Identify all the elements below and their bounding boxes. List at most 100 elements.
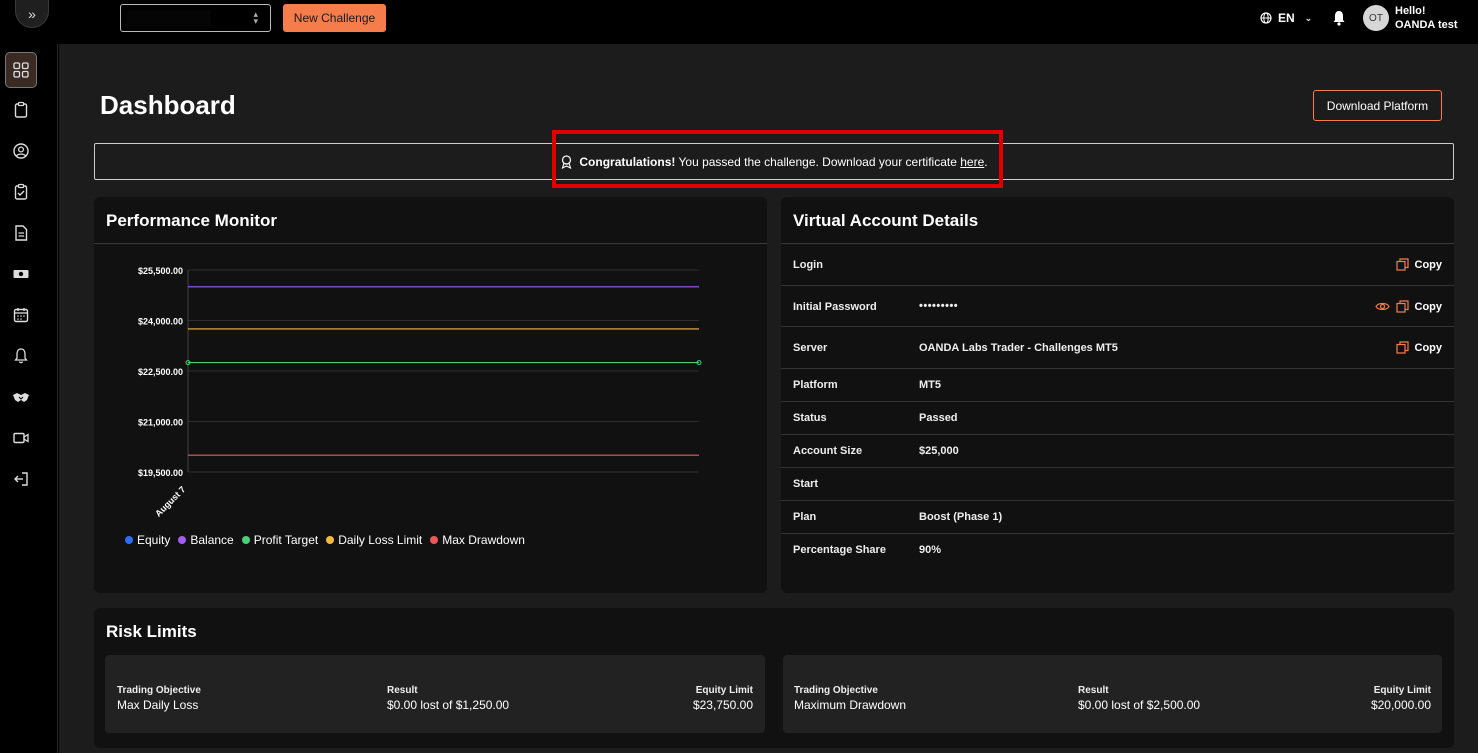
risk-limits-title: Risk Limits	[106, 622, 197, 641]
risk-limits-card: Risk Limits Trading Objective Max Daily …	[94, 608, 1454, 748]
y-tick-label: $25,500.00	[138, 266, 183, 276]
virtual-account-details-card: Virtual Account Details Login Copy Initi…	[781, 197, 1454, 593]
row-value: •••••••••	[919, 300, 959, 312]
legend-item-equity[interactable]: Equity	[125, 533, 170, 547]
y-tick-label: $19,500.00	[138, 468, 183, 478]
objective-column: Trading Objective Maximum Drawdown	[794, 685, 906, 712]
equity-limit-label: Equity Limit	[1373, 685, 1431, 696]
chevron-down-icon: ⌄	[1304, 12, 1313, 23]
cash-icon	[13, 270, 29, 278]
legend-dot	[178, 536, 187, 544]
performance-monitor-title: Performance Monitor	[106, 211, 277, 230]
legend-dot	[241, 536, 250, 544]
equity-limit-column: Equity Limit $20,000.00	[1371, 685, 1431, 712]
user-greeting[interactable]: Hello! OANDA test	[1395, 4, 1458, 32]
account-row-start: Start	[781, 468, 1454, 501]
sidebar-item-partners[interactable]	[5, 379, 37, 415]
expand-sidebar-button[interactable]: »	[15, 0, 49, 28]
handshake-icon	[13, 393, 29, 402]
legend-label: Max Drawdown	[442, 533, 525, 547]
legend-item-balance[interactable]: Balance	[178, 533, 234, 547]
copy-icon	[1395, 300, 1409, 313]
legend-label: Profit Target	[253, 533, 319, 547]
legend-item-max-drawdown[interactable]: Max Drawdown	[430, 533, 525, 547]
account-select-value	[127, 10, 211, 27]
performance-chart: $25,500.00 $24,000.00 $22,500.00 $21,000.00…	[138, 266, 702, 519]
row-value: $25,000	[919, 445, 959, 457]
avatar[interactable]: OT	[1363, 5, 1389, 31]
account-row-percentage-share: Percentage Share 90%	[781, 534, 1454, 567]
eye-icon[interactable]	[1374, 301, 1390, 312]
legend-dot	[326, 536, 335, 544]
language-selector[interactable]: EN ⌄	[1260, 11, 1312, 25]
clipboard-icon	[14, 101, 28, 118]
double-chevron-right-icon: »	[28, 5, 36, 22]
copy-icon	[1395, 341, 1409, 354]
user-name: OANDA test	[1395, 19, 1458, 31]
copy-server-button[interactable]: Copy	[1395, 341, 1443, 354]
result-value: $0.00 lost of $1,250.00	[387, 698, 510, 712]
copy-label: Copy	[1414, 300, 1443, 313]
language-label: EN	[1278, 11, 1295, 25]
account-row-server: Server OANDA Labs Trader - Challenges MT…	[781, 327, 1454, 369]
row-value: 90%	[919, 544, 942, 556]
objective-value: Max Daily Loss	[117, 698, 199, 712]
sidebar-item-documents[interactable]	[5, 215, 37, 251]
row-label: Percentage Share	[793, 544, 886, 556]
objective-label: Trading Objective	[794, 685, 878, 696]
result-label: Result	[387, 685, 418, 696]
select-arrows-icon: ▴ ▾	[253, 9, 258, 26]
legend-dot	[430, 536, 439, 544]
greeting-line: Hello!	[1395, 5, 1426, 17]
objective-value: Maximum Drawdown	[794, 698, 907, 712]
legend-dot	[125, 536, 133, 544]
calendar-icon	[13, 308, 29, 323]
result-label: Result	[1078, 685, 1109, 696]
risk-box-max-drawdown: Trading Objective Maximum Drawdown Resul…	[783, 655, 1442, 733]
copy-password-button[interactable]: Copy	[1374, 300, 1443, 313]
sidebar-item-videos[interactable]	[5, 420, 37, 456]
account-row-account-size: Account Size $25,000	[781, 435, 1454, 468]
sidebar	[0, 44, 58, 753]
sidebar-item-objectives[interactable]	[5, 174, 37, 210]
sidebar-item-calendar[interactable]	[5, 297, 37, 333]
row-label: Platform	[793, 379, 838, 391]
result-column: Result $0.00 lost of $1,250.00	[387, 685, 509, 712]
copy-label: Copy	[1414, 341, 1443, 354]
legend-item-profit-target[interactable]: Profit Target	[241, 533, 319, 547]
document-icon	[15, 225, 28, 241]
row-label: Plan	[793, 511, 817, 523]
account-row-initial-password: Initial Password ••••••••• Copy	[781, 286, 1454, 327]
row-value: OANDA Labs Trader - Challenges MT5	[919, 342, 1118, 354]
sidebar-item-notifications[interactable]	[5, 338, 37, 374]
copy-login-button[interactable]: Copy	[1395, 258, 1442, 271]
sidebar-item-clipboard[interactable]	[5, 92, 37, 128]
legend-label: Equity	[137, 533, 171, 547]
sidebar-item-dashboard[interactable]	[5, 52, 37, 88]
legend-item-daily-loss-limit[interactable]: Daily Loss Limit	[326, 533, 422, 547]
result-column: Result $0.00 lost of $2,500.00	[1078, 685, 1200, 712]
row-label: Account Size	[793, 445, 863, 457]
sidebar-item-logout[interactable]	[5, 461, 37, 497]
x-tick-label: August 7	[153, 484, 187, 518]
sidebar-item-profile[interactable]	[5, 133, 37, 169]
notification-bell-icon[interactable]	[1332, 10, 1346, 26]
account-row-status: Status Passed	[781, 402, 1454, 435]
new-challenge-button[interactable]: New Challenge	[283, 4, 386, 32]
account-row-plan: Plan Boost (Phase 1)	[781, 501, 1454, 534]
globe-icon	[1260, 12, 1272, 24]
legend-label: Balance	[190, 533, 234, 547]
row-label: Login	[793, 259, 823, 271]
row-label: Server	[793, 342, 828, 354]
row-label: Start	[793, 478, 819, 490]
objective-label: Trading Objective	[117, 685, 201, 696]
legend-label: Daily Loss Limit	[338, 533, 423, 547]
user-circle-icon	[13, 143, 29, 159]
download-platform-button[interactable]: Download Platform	[1313, 90, 1442, 121]
performance-monitor-card: Performance Monitor $25,500.00 $24,000.00…	[94, 197, 767, 593]
main-content: Dashboard Download Platform Congratulati…	[59, 44, 1478, 753]
y-tick-label: $22,500.00	[138, 367, 183, 377]
result-value: $0.00 lost of $2,500.00	[1078, 698, 1201, 712]
sidebar-item-payouts[interactable]	[5, 256, 37, 292]
account-select[interactable]: ▴ ▾	[120, 4, 271, 32]
